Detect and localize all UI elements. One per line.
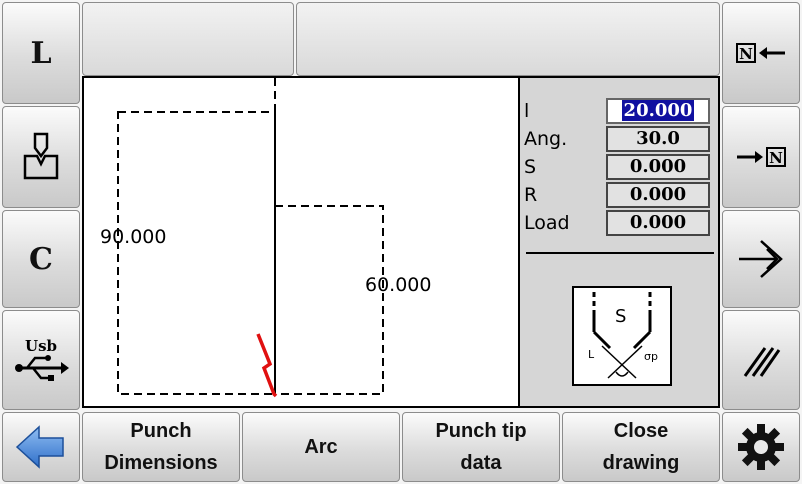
diagram-sp-label: σp: [644, 350, 658, 363]
enter-button[interactable]: [722, 210, 800, 308]
arc-button[interactable]: Arc: [242, 412, 400, 482]
l-label: L: [30, 35, 52, 71]
left-button-c[interactable]: C: [2, 210, 80, 308]
punch-dimensions-label: Punch Dimensions: [104, 420, 218, 474]
back-button[interactable]: [2, 412, 80, 482]
dimension-left: 90.000: [100, 226, 167, 248]
export-arrow-icon: N: [736, 43, 785, 63]
hatch-icon: [743, 347, 781, 377]
import-arrow-icon: N: [737, 147, 786, 167]
param-label-s: S: [524, 156, 537, 178]
punch-profile-line: [256, 333, 278, 398]
diagram-l-label: L: [588, 348, 595, 361]
punch-tool-icon: [23, 132, 59, 180]
dimension-right: 60.000: [365, 274, 432, 296]
hatch-button[interactable]: [722, 310, 800, 410]
drawing-canvas[interactable]: 90.000 60.000: [82, 76, 520, 408]
top-button-1[interactable]: [82, 2, 294, 76]
parameter-panel: l 20.000 Ang. 30.0 S 0.000 R 0.000 Load …: [520, 76, 720, 408]
param-field-s[interactable]: 0.000: [606, 154, 710, 180]
top-button-2[interactable]: [296, 2, 720, 76]
param-field-load[interactable]: 0.000: [606, 210, 710, 236]
close-drawing-label: Close drawing: [602, 420, 680, 474]
c-label: C: [29, 241, 53, 277]
gear-icon: [738, 424, 784, 470]
param-value-l: 20.000: [621, 100, 695, 121]
param-label-r: R: [524, 184, 538, 206]
param-label-load: Load: [524, 212, 570, 234]
param-label-ang: Ang.: [524, 128, 568, 150]
login-arrow-icon: [739, 240, 783, 278]
usb-label: Usb: [24, 337, 57, 355]
punch-dimensions-button[interactable]: Punch Dimensions: [82, 412, 240, 482]
import-button[interactable]: N: [722, 106, 800, 208]
arc-label: Arc: [304, 436, 338, 458]
param-field-r[interactable]: 0.000: [606, 182, 710, 208]
svg-text:N: N: [769, 149, 783, 167]
param-field-ang[interactable]: 30.0: [606, 126, 710, 152]
punch-diagram: S L σp: [572, 286, 672, 386]
param-label-l: l: [524, 100, 530, 122]
left-button-l[interactable]: L: [2, 2, 80, 104]
left-button-punch[interactable]: [2, 106, 80, 208]
close-drawing-button[interactable]: Close drawing: [562, 412, 720, 482]
settings-button[interactable]: [722, 412, 800, 482]
punch-tip-data-button[interactable]: Punch tip data: [402, 412, 560, 482]
left-button-usb[interactable]: Usb: [2, 310, 80, 410]
usb-icon: [15, 355, 69, 381]
punch-tip-data-label: Punch tip data: [435, 420, 527, 474]
svg-text:N: N: [739, 45, 753, 63]
back-arrow-icon: [15, 425, 64, 469]
export-button[interactable]: N: [722, 2, 800, 104]
diagram-s-label: S: [615, 306, 627, 327]
panel-divider: [526, 252, 714, 254]
param-field-l[interactable]: 20.000: [606, 98, 710, 124]
